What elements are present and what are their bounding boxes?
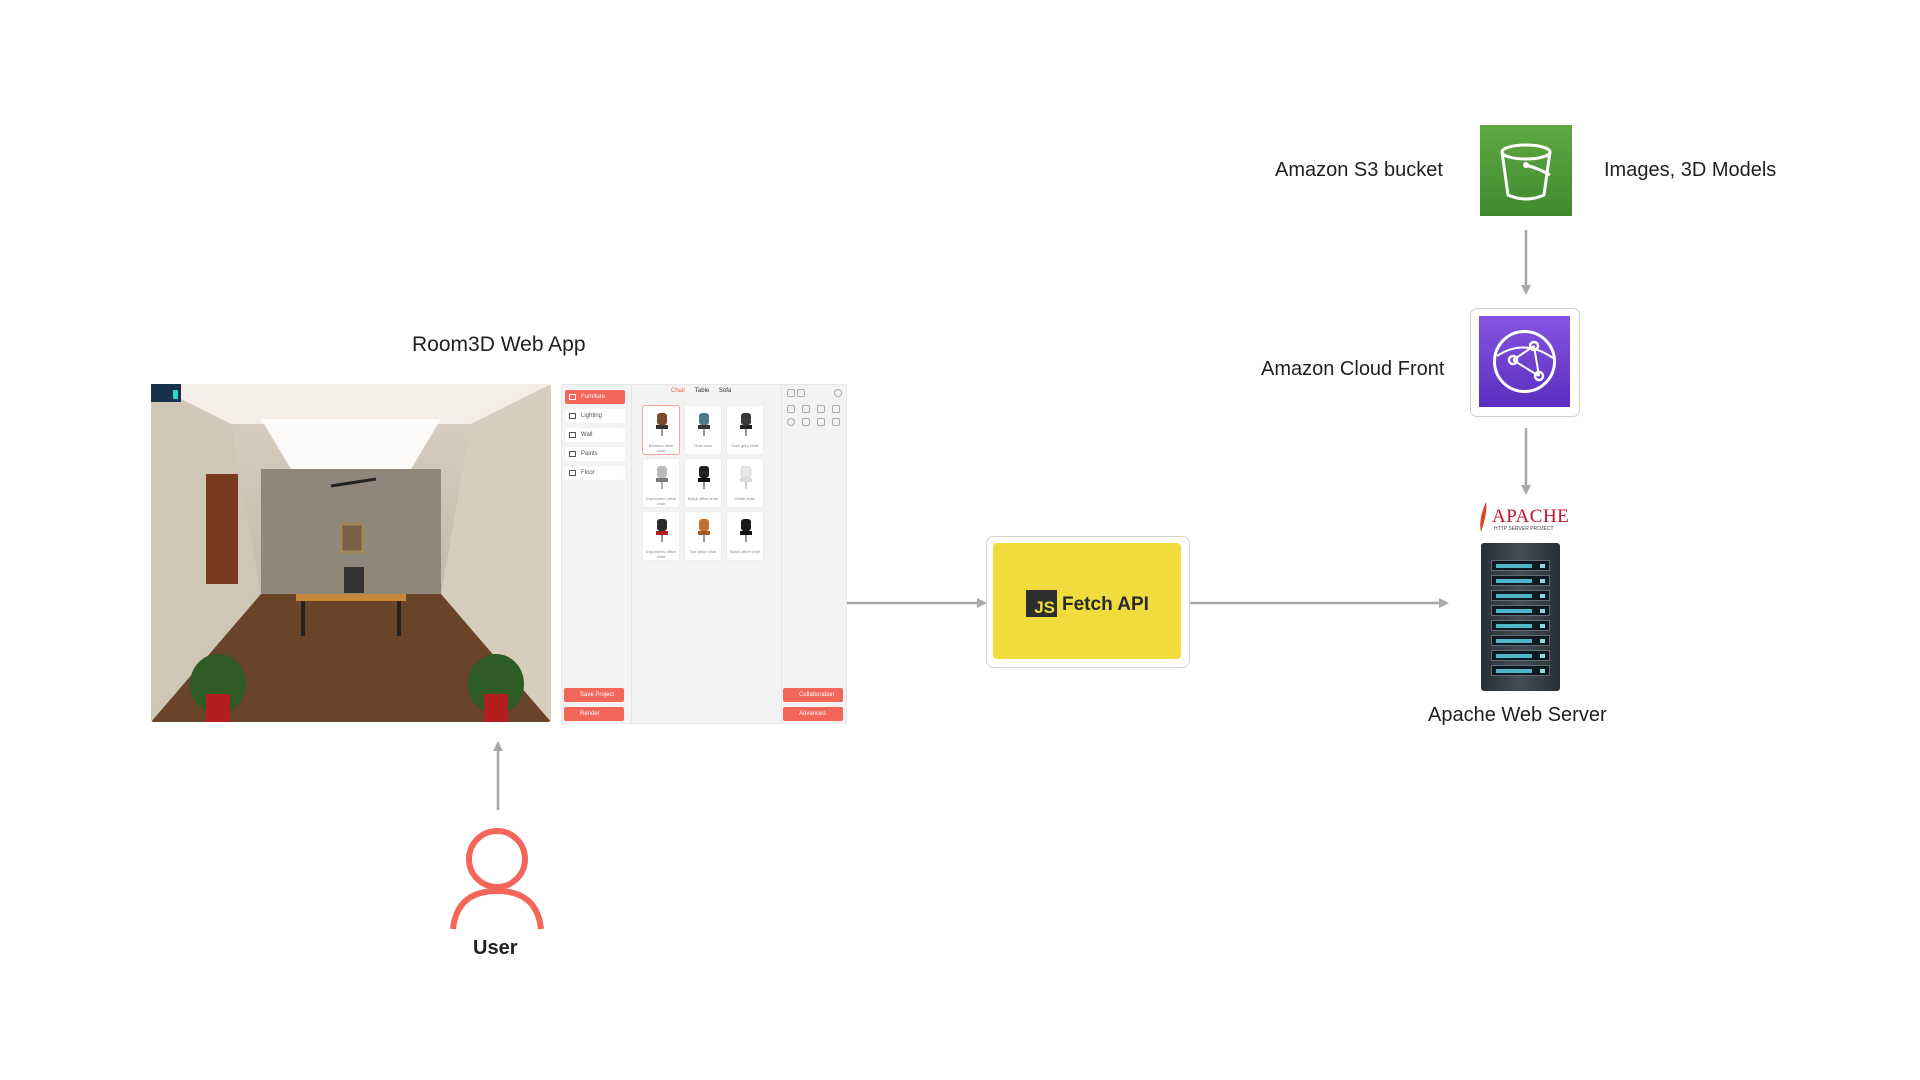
server-rack-icon — [1481, 543, 1560, 691]
undo-icon[interactable] — [787, 389, 795, 397]
paints-icon — [569, 451, 576, 457]
product-card[interactable]: Black office chair — [726, 511, 764, 561]
furniture-icon — [569, 394, 576, 400]
sidebar-item-wall[interactable]: Wall — [565, 428, 625, 442]
feather-icon — [1480, 502, 1487, 532]
sidebar-item-paints[interactable]: Paints — [565, 447, 625, 461]
room3d-editor-panel: Furniture Lighting Wall Paints Floor Sav… — [561, 384, 847, 724]
redo-icon[interactable] — [797, 389, 805, 397]
product-card[interactable]: Black office chair — [684, 458, 722, 508]
fetch-api-label: Fetch API — [1062, 594, 1149, 615]
apache-logo: APACHE HTTP SERVER PROJECT — [1476, 502, 1569, 534]
room-render-image — [151, 384, 551, 722]
bucket-icon — [1500, 143, 1552, 201]
chair-thumbnail — [698, 519, 710, 542]
room3d-viewport[interactable] — [151, 384, 551, 722]
product-card[interactable]: Ergonomic office chair — [642, 511, 680, 561]
product-card[interactable]: Tan office chair — [684, 511, 722, 561]
user-icon — [450, 828, 544, 930]
tab-chair[interactable]: Chair — [671, 388, 685, 394]
rotate-icon[interactable] — [817, 405, 825, 413]
chair-thumbnail — [740, 413, 752, 436]
refresh-icon[interactable] — [834, 389, 842, 397]
copy-icon[interactable] — [817, 418, 825, 426]
edit-icon[interactable] — [832, 405, 840, 413]
sidebar-item-furniture[interactable]: Furniture — [565, 390, 625, 404]
sidebar-item-floor[interactable]: Floor — [565, 466, 625, 480]
product-card[interactable]: Dark grey chair — [726, 405, 764, 455]
chair-thumbnail — [698, 466, 710, 489]
cloudfront-icon — [1479, 316, 1570, 407]
chair-thumbnail — [698, 413, 710, 436]
globe-network-icon — [1493, 330, 1556, 393]
room3d-title: Room3D Web App — [412, 333, 586, 356]
chair-thumbnail — [740, 466, 752, 489]
tab-table[interactable]: Table — [695, 388, 709, 394]
product-card[interactable]: Bamboo desk chair — [642, 405, 680, 455]
cloudfront-label: Amazon Cloud Front — [1261, 358, 1445, 380]
cursor-icon[interactable] — [787, 405, 795, 413]
product-tabs: Chair Table Sofa — [671, 388, 739, 394]
save-project-button[interactable]: Save Project — [564, 688, 624, 702]
s3-label: Amazon S3 bucket — [1275, 159, 1443, 181]
collaboration-button[interactable]: Collaboration — [783, 688, 843, 702]
chair-thumbnail — [656, 519, 668, 542]
advanced-button[interactable]: Advanced — [783, 707, 843, 721]
product-card[interactable]: Oval chair — [684, 405, 722, 455]
axis-icon[interactable] — [802, 405, 810, 413]
apache-label: Apache Web Server — [1428, 704, 1607, 726]
floor-icon — [569, 470, 576, 476]
category-sidebar: Furniture Lighting Wall Paints Floor Sav… — [562, 385, 632, 723]
move-icon[interactable] — [802, 418, 810, 426]
render-button[interactable]: Render — [564, 707, 624, 721]
zoom-icon[interactable] — [787, 418, 795, 426]
js-logo: JS — [1026, 590, 1057, 617]
sidebar-item-lighting[interactable]: Lighting — [565, 409, 625, 423]
trash-icon[interactable] — [832, 418, 840, 426]
wall-icon — [569, 432, 576, 438]
product-card[interactable]: White chair — [726, 458, 764, 508]
chair-thumbnail — [740, 519, 752, 542]
lighting-icon — [569, 413, 576, 419]
product-card[interactable]: Ergonomic office chair — [642, 458, 680, 508]
tab-sofa[interactable]: Sofa — [719, 388, 731, 394]
user-label: User — [473, 937, 518, 959]
chair-thumbnail — [656, 413, 668, 436]
s3-bucket-icon — [1480, 125, 1572, 216]
s3-content-label: Images, 3D Models — [1604, 159, 1777, 181]
tool-panel: Collaboration Advanced — [781, 385, 846, 723]
viewport-badge — [151, 384, 181, 402]
chair-thumbnail — [656, 466, 668, 489]
